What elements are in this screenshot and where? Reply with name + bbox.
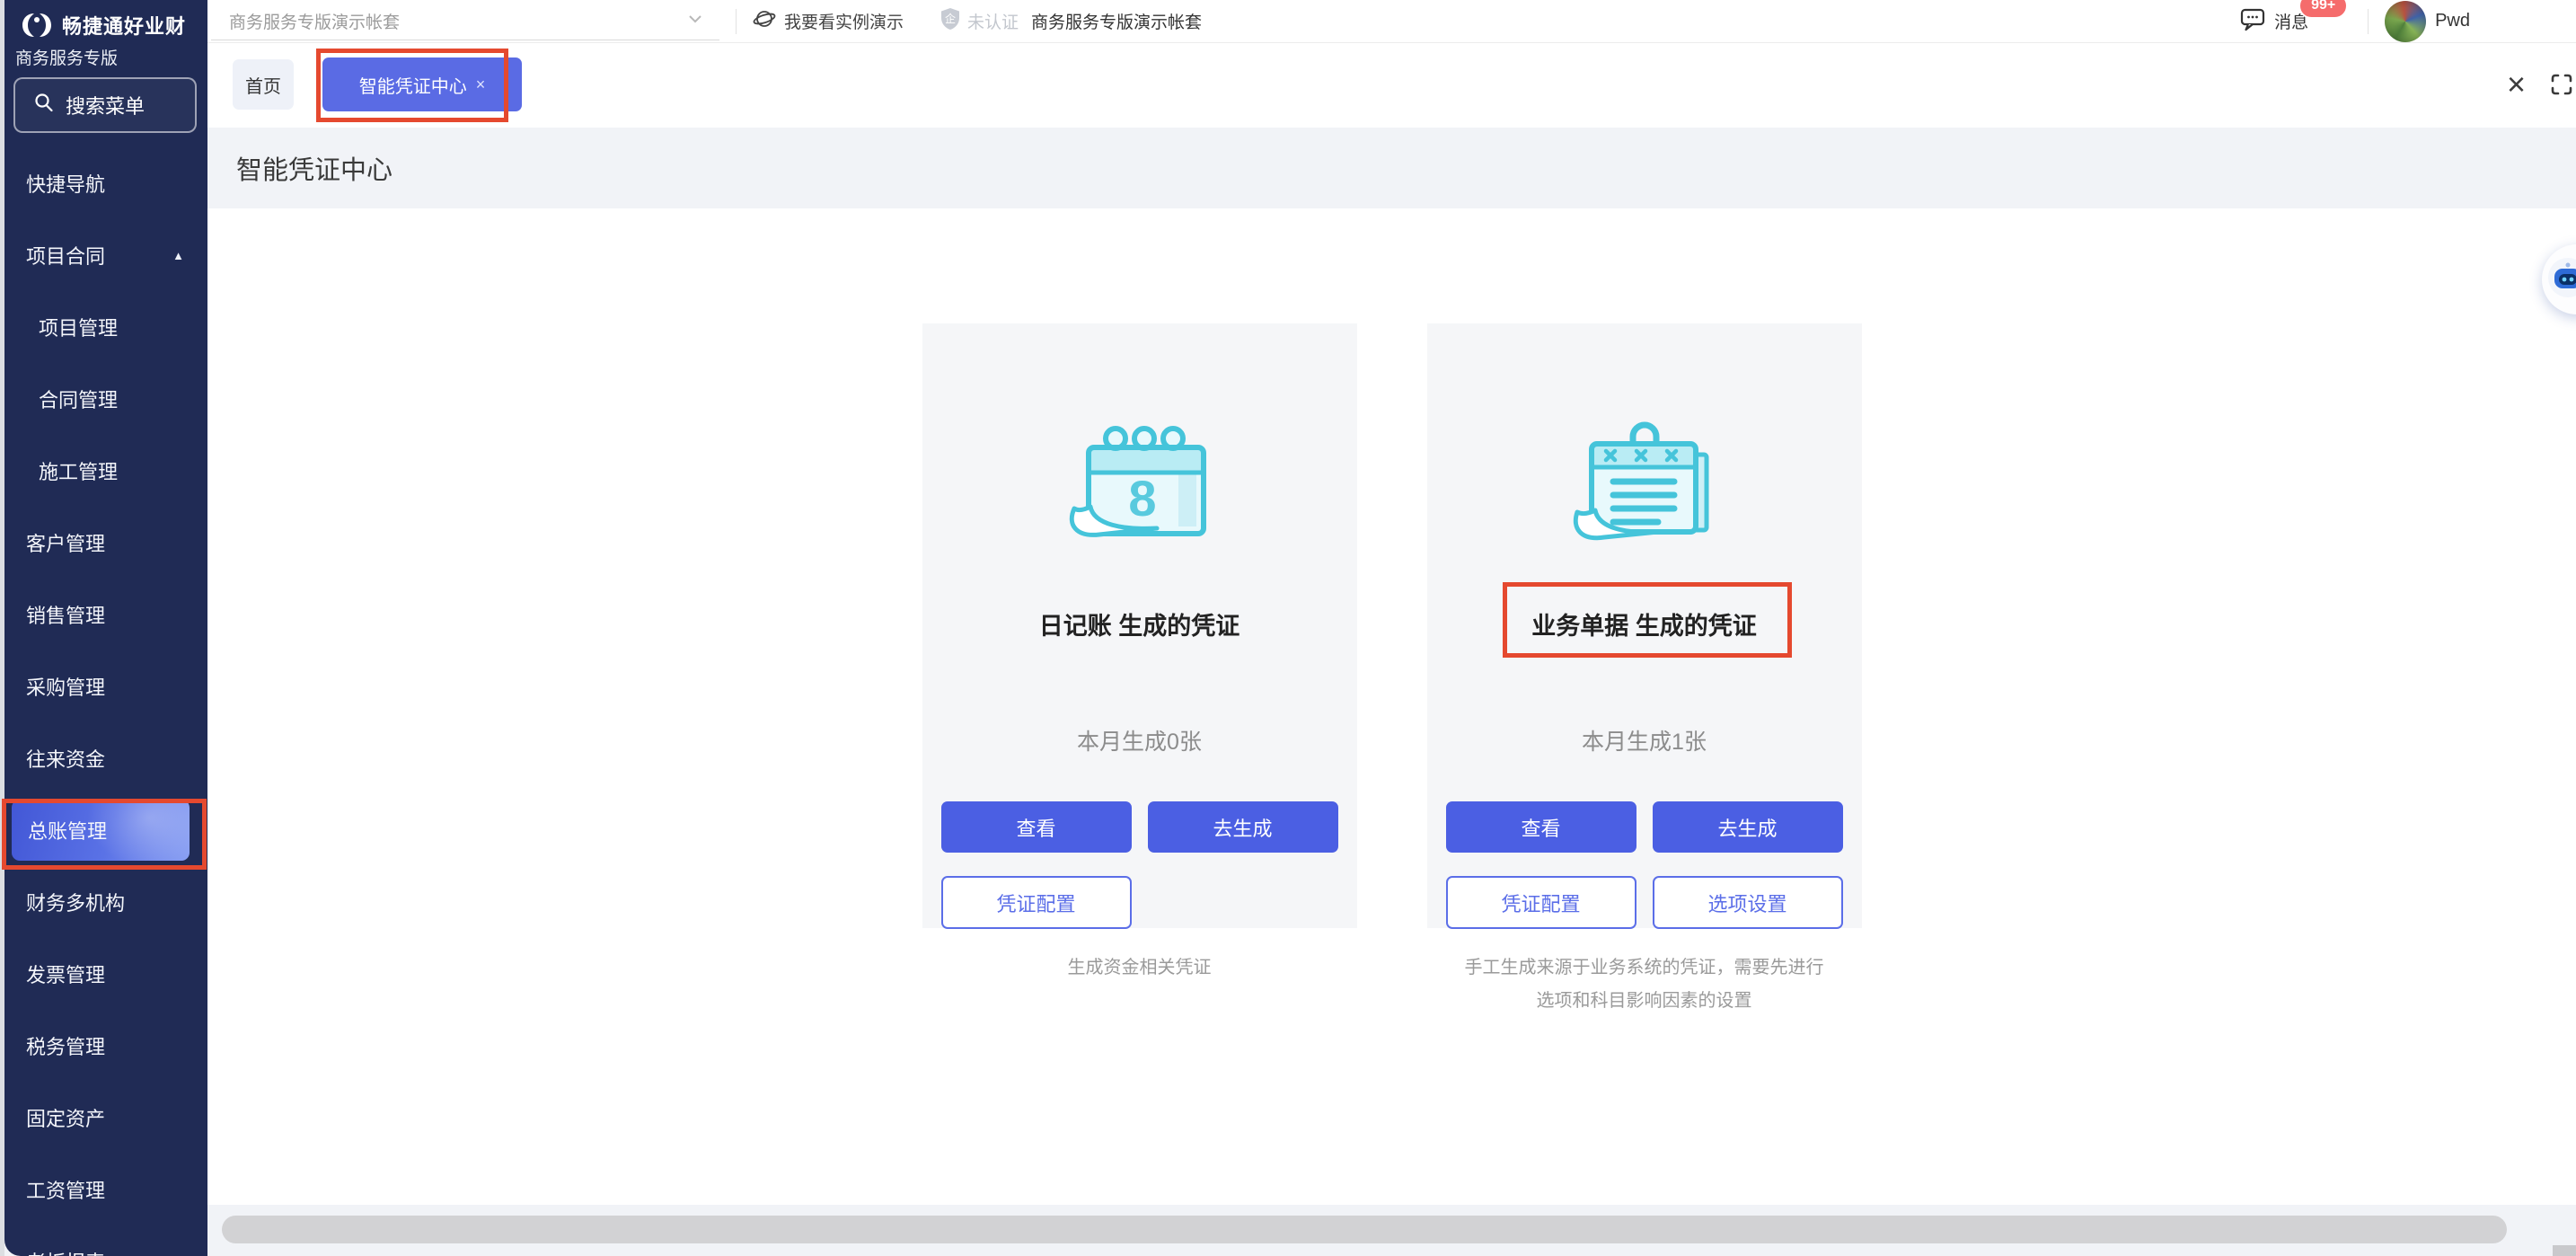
certification-status[interactable]: 企 未认证 — [940, 7, 1019, 36]
sidebar: 畅捷通好业财 商务服务专版 搜索菜单 快捷导航 项目合同 ▲ 项目管理 合同管理… — [4, 0, 207, 1256]
sidebar-menu: 快捷导航 项目合同 ▲ 项目管理 合同管理 施工管理 客户管理 销售管理 采购管… — [4, 147, 207, 1256]
tab-close-icon[interactable]: × — [476, 75, 486, 94]
sidebar-item-multi-org-finance[interactable]: 财务多机构 — [4, 866, 207, 938]
brand-name: 畅捷通好业财 — [62, 11, 186, 40]
card-title: 业务单据 生成的凭证 — [1531, 606, 1757, 641]
tab-bar: 首页 智能凭证中心 × × — [207, 43, 2576, 128]
sidebar-item-project-mgmt[interactable]: 项目管理 — [4, 291, 207, 363]
messages-badge: 99+ — [2298, 0, 2348, 19]
sidebar-item-invoice-mgmt[interactable]: 发票管理 — [4, 938, 207, 1010]
globe-demo-icon — [753, 7, 776, 36]
calendar-voucher-icon: 8 — [1063, 415, 1216, 554]
sidebar-item-payroll-mgmt[interactable]: 工资管理 — [4, 1154, 207, 1225]
sidebar-item-customer-mgmt[interactable]: 客户管理 — [4, 507, 207, 579]
business-voucher-column: 业务单据 生成的凭证 本月生成1张 查看 去生成 凭证配置 选项设置 手工生成来… — [1427, 323, 1862, 1018]
edition-label: 商务服务专版 — [15, 45, 118, 69]
user-avatar[interactable] — [2385, 1, 2426, 42]
notepad-voucher-icon — [1568, 415, 1721, 554]
bottom-scroll-area — [207, 1205, 2576, 1256]
topbar-divider — [2368, 9, 2369, 34]
sidebar-item-contract-mgmt[interactable]: 合同管理 — [4, 363, 207, 435]
message-bubble-icon — [2239, 5, 2266, 37]
sidebar-item-construction-mgmt[interactable]: 施工管理 — [4, 435, 207, 507]
card-count: 本月生成0张 — [1077, 724, 1202, 756]
sidebar-item-funds[interactable]: 往来资金 — [4, 722, 207, 794]
tab-smart-voucher-center[interactable]: 智能凭证中心 × — [322, 57, 522, 111]
chevron-down-icon — [685, 9, 705, 33]
page-head: 智能凭证中心 — [207, 128, 2576, 208]
user-name[interactable]: Pwd — [2435, 11, 2470, 31]
sidebar-item-sales-mgmt[interactable]: 销售管理 — [4, 579, 207, 650]
view-button[interactable]: 查看 — [941, 801, 1132, 853]
sidebar-item-quick-nav[interactable]: 快捷导航 — [4, 147, 207, 219]
card-title: 日记账 生成的凭证 — [1039, 606, 1240, 641]
sidebar-item-tax-mgmt[interactable]: 税务管理 — [4, 1010, 207, 1082]
topbar-divider — [736, 9, 737, 34]
journal-voucher-column: 8 日记账 生成的凭证 本月生成0张 查看 去生成 凭证配置 生成 — [922, 323, 1357, 1018]
chanjet-logo-icon — [19, 7, 55, 43]
sidebar-item-clipped[interactable]: 老板报表 — [4, 1225, 207, 1256]
sidebar-item-project-contract[interactable]: 项目合同 ▲ — [4, 219, 207, 291]
voucher-config-button[interactable]: 凭证配置 — [941, 876, 1132, 929]
company-name: 商务服务专版演示帐套 — [1031, 9, 1202, 33]
journal-voucher-card: 8 日记账 生成的凭证 本月生成0张 查看 去生成 凭证配置 — [922, 323, 1357, 928]
tab-home[interactable]: 首页 — [233, 59, 294, 110]
tab-label: 智能凭证中心 — [359, 72, 467, 98]
option-settings-button[interactable]: 选项设置 — [1653, 876, 1843, 929]
fullscreen-icon[interactable] — [2549, 72, 2574, 102]
selected-item-pill: 总账管理 — [12, 800, 190, 861]
close-icon[interactable]: × — [2507, 68, 2526, 101]
search-icon — [33, 92, 55, 119]
business-voucher-card: 业务单据 生成的凭证 本月生成1张 查看 去生成 凭证配置 选项设置 — [1427, 323, 1862, 928]
horizontal-scrollbar[interactable] — [222, 1216, 2507, 1243]
account-set-select[interactable]: 商务服务专版演示帐套 — [211, 3, 719, 40]
app-window: 畅捷通好业财 商务服务专版 搜索菜单 快捷导航 项目合同 ▲ 项目管理 合同管理… — [0, 0, 2576, 1256]
generate-button[interactable]: 去生成 — [1653, 801, 1843, 853]
svg-text:企: 企 — [945, 12, 956, 25]
cert-status-label: 未认证 — [967, 9, 1019, 33]
card-count: 本月生成1张 — [1582, 724, 1707, 756]
demo-link-label: 我要看实例演示 — [784, 9, 904, 33]
voucher-config-button[interactable]: 凭证配置 — [1446, 876, 1636, 929]
expand-arrow-icon: ▲ — [172, 249, 184, 262]
sidebar-item-general-ledger[interactable]: 总账管理 — [4, 794, 207, 866]
cert-shield-icon: 企 — [940, 7, 961, 36]
account-set-value: 商务服务专版演示帐套 — [229, 9, 400, 33]
topbar: 商务服务专版演示帐套 我要看实例演示 企 — [207, 0, 2576, 43]
scrollbar-corner — [2553, 1245, 2576, 1256]
sidebar-item-purchase-mgmt[interactable]: 采购管理 — [4, 650, 207, 722]
robot-assistant-icon — [2547, 257, 2576, 303]
generate-button[interactable]: 去生成 — [1148, 801, 1338, 853]
search-placeholder: 搜索菜单 — [66, 91, 145, 119]
messages-button[interactable]: 消息 99+ — [2239, 5, 2308, 37]
svg-text:8: 8 — [1128, 470, 1156, 526]
view-button[interactable]: 查看 — [1446, 801, 1636, 853]
card-caption: 生成资金相关凭证 — [922, 951, 1357, 985]
card-caption: 手工生成来源于业务系统的凭证，需要先进行 选项和科目影响因素的设置 — [1427, 951, 1862, 1018]
menu-search-input[interactable]: 搜索菜单 — [13, 77, 197, 133]
demo-link[interactable]: 我要看实例演示 — [753, 7, 904, 36]
content-panel: 8 日记账 生成的凭证 本月生成0张 查看 去生成 凭证配置 生成 — [207, 208, 2576, 1205]
page-title: 智能凭证中心 — [236, 149, 393, 187]
sidebar-item-fixed-assets[interactable]: 固定资产 — [4, 1082, 207, 1154]
brand-logo: 畅捷通好业财 — [19, 7, 186, 43]
